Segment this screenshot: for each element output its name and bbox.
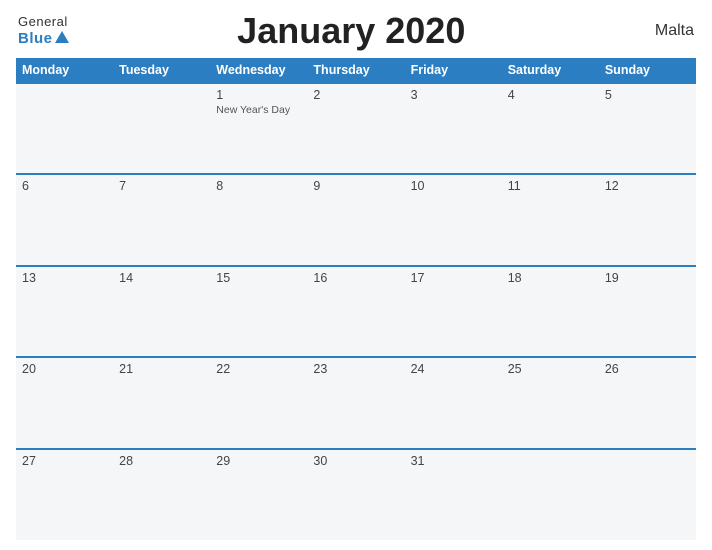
calendar-cell: 1 New Year's Day <box>210 83 307 174</box>
day-number: 23 <box>313 362 398 376</box>
logo-blue-text: Blue <box>18 30 53 48</box>
day-number: 26 <box>605 362 690 376</box>
calendar-cell: 9 <box>307 174 404 265</box>
calendar-cell: 22 <box>210 357 307 448</box>
day-number: 7 <box>119 179 204 193</box>
calendar-cell: 20 <box>16 357 113 448</box>
calendar-week-1: 1 New Year's Day 2345 <box>16 83 696 174</box>
day-number: 30 <box>313 454 398 468</box>
logo-general-text: General <box>18 14 68 30</box>
day-number: 28 <box>119 454 204 468</box>
weekday-header-monday: Monday <box>16 58 113 83</box>
month-title: January 2020 <box>69 10 634 52</box>
day-number: 18 <box>508 271 593 285</box>
calendar-cell: 21 <box>113 357 210 448</box>
calendar-cell <box>16 83 113 174</box>
calendar-header: General Blue January 2020 Malta <box>16 10 696 52</box>
day-number: 31 <box>411 454 496 468</box>
day-number: 8 <box>216 179 301 193</box>
calendar-cell: 2 <box>307 83 404 174</box>
calendar-cell <box>599 449 696 540</box>
weekday-header-saturday: Saturday <box>502 58 599 83</box>
day-number: 11 <box>508 179 593 193</box>
calendar-cell: 19 <box>599 266 696 357</box>
calendar-cell: 13 <box>16 266 113 357</box>
calendar-body: 1New Year's Day2345678910111213141516171… <box>16 83 696 540</box>
calendar-cell: 31 <box>405 449 502 540</box>
logo: General Blue <box>18 14 69 48</box>
day-number: 22 <box>216 362 301 376</box>
calendar-week-2: 6789 10 11 12 <box>16 174 696 265</box>
day-number: 9 <box>313 179 398 193</box>
country-label: Malta <box>634 22 694 40</box>
calendar-cell: 14 <box>113 266 210 357</box>
day-number: 12 <box>605 179 690 193</box>
weekday-header-tuesday: Tuesday <box>113 58 210 83</box>
calendar-cell: 27 <box>16 449 113 540</box>
day-number: 5 <box>605 88 690 102</box>
day-number: 17 <box>411 271 496 285</box>
day-number: 14 <box>119 271 204 285</box>
day-number: 24 <box>411 362 496 376</box>
calendar-cell: 5 <box>599 83 696 174</box>
day-number: 1 <box>216 88 301 102</box>
calendar-cell: 3 <box>405 83 502 174</box>
calendar-week-4: 20 21 22 23 24 25 26 <box>16 357 696 448</box>
day-number: 16 <box>313 271 398 285</box>
logo-triangle-icon <box>55 31 69 43</box>
calendar-cell: 17 <box>405 266 502 357</box>
calendar-cell: 18 <box>502 266 599 357</box>
calendar-cell: 26 <box>599 357 696 448</box>
day-number: 4 <box>508 88 593 102</box>
calendar-cell: 7 <box>113 174 210 265</box>
day-number: 6 <box>22 179 107 193</box>
day-number: 29 <box>216 454 301 468</box>
holiday-label: New Year's Day <box>216 104 301 118</box>
day-number: 15 <box>216 271 301 285</box>
calendar-cell <box>113 83 210 174</box>
day-number: 21 <box>119 362 204 376</box>
calendar-cell: 30 <box>307 449 404 540</box>
calendar-cell: 25 <box>502 357 599 448</box>
calendar-cell: 11 <box>502 174 599 265</box>
calendar-page: General Blue January 2020 Malta MondayTu… <box>0 0 712 550</box>
weekday-header-wednesday: Wednesday <box>210 58 307 83</box>
calendar-cell: 4 <box>502 83 599 174</box>
calendar-cell: 23 <box>307 357 404 448</box>
day-number: 2 <box>313 88 398 102</box>
calendar-cell: 8 <box>210 174 307 265</box>
day-number: 19 <box>605 271 690 285</box>
day-number: 10 <box>411 179 496 193</box>
calendar-cell: 28 <box>113 449 210 540</box>
day-number: 3 <box>411 88 496 102</box>
calendar-cell: 16 <box>307 266 404 357</box>
weekday-header-sunday: Sunday <box>599 58 696 83</box>
calendar-cell <box>502 449 599 540</box>
calendar-week-3: 13 14 15 16 17 18 19 <box>16 266 696 357</box>
calendar-cell: 10 <box>405 174 502 265</box>
day-number: 27 <box>22 454 107 468</box>
weekday-header-thursday: Thursday <box>307 58 404 83</box>
calendar-week-5: 27 28 29 30 31 <box>16 449 696 540</box>
day-number: 25 <box>508 362 593 376</box>
calendar-table: MondayTuesdayWednesdayThursdayFridaySatu… <box>16 58 696 540</box>
calendar-cell: 15 <box>210 266 307 357</box>
calendar-header-row: MondayTuesdayWednesdayThursdayFridaySatu… <box>16 58 696 83</box>
calendar-cell: 6 <box>16 174 113 265</box>
calendar-cell: 29 <box>210 449 307 540</box>
calendar-cell: 12 <box>599 174 696 265</box>
day-number: 20 <box>22 362 107 376</box>
calendar-cell: 24 <box>405 357 502 448</box>
weekday-header-friday: Friday <box>405 58 502 83</box>
day-number: 13 <box>22 271 107 285</box>
